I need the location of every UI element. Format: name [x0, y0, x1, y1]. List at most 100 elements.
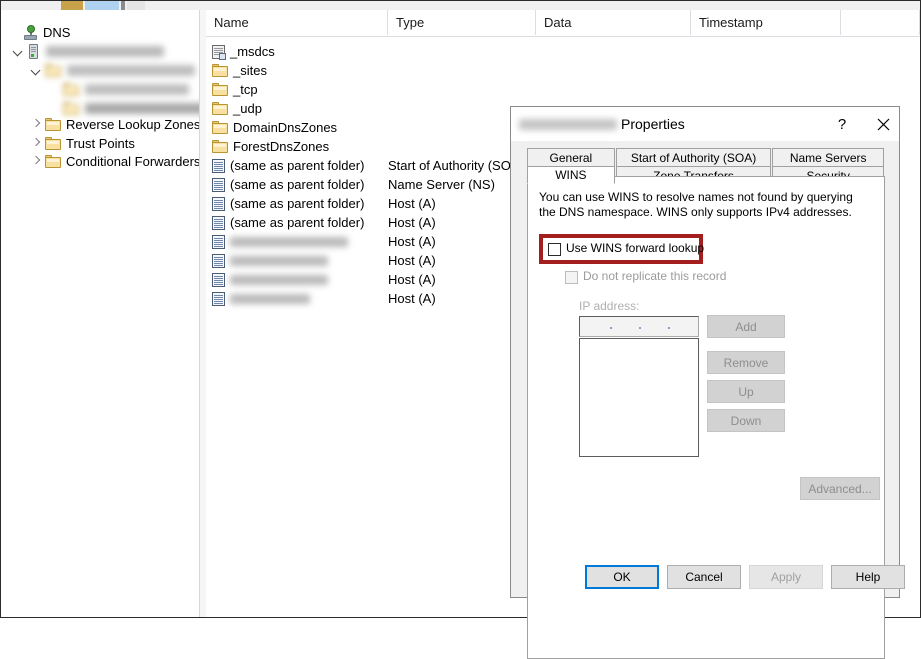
record-type-cell: Name Server (NS)	[388, 177, 495, 192]
folder-icon	[45, 137, 61, 150]
column-header-spacer[interactable]	[841, 10, 920, 35]
record-name-redacted	[230, 237, 348, 247]
tree-item-label-redacted	[85, 103, 199, 114]
use-wins-forward-lookup-label[interactable]: Use WINS forward lookup	[566, 241, 704, 255]
wins-servers-listbox[interactable]	[579, 338, 699, 457]
cancel-button[interactable]: Cancel	[667, 565, 741, 589]
record-name-cell	[212, 254, 328, 268]
toolbar-segment[interactable]	[121, 1, 125, 10]
dns-root-icon	[23, 25, 38, 40]
titlebar-help-button[interactable]: ?	[827, 107, 857, 141]
ip-address-label: IP address:	[579, 299, 639, 313]
folder-icon	[212, 102, 228, 115]
tree-item-reverse-lookup-zones[interactable]: Reverse Lookup Zones	[2, 115, 199, 134]
folder-icon	[212, 121, 228, 134]
dialog-title-text: Properties	[621, 116, 685, 132]
tree-item-label: DNS	[43, 25, 70, 40]
add-ip-button[interactable]: Add	[707, 315, 785, 338]
tree-item-label: Trust Points	[66, 136, 135, 151]
close-icon[interactable]	[867, 107, 899, 141]
delegated-zone-icon	[212, 45, 225, 59]
dialog-tab-strip[interactable]: General Start of Authority (SOA) Name Se…	[527, 148, 885, 176]
chevron-placeholder	[8, 26, 21, 39]
do-not-replicate-label: Do not replicate this record	[583, 269, 726, 283]
toolbar-segment[interactable]	[127, 1, 145, 10]
tab-wins[interactable]: WINS	[527, 166, 615, 184]
chevron-placeholder	[48, 102, 61, 115]
tree-item-redacted-1[interactable]	[2, 42, 164, 61]
record-name-text: ForestDnsZones	[233, 139, 329, 154]
remove-ip-button[interactable]: Remove	[707, 351, 785, 374]
console-tree-pane[interactable]: DNS Reverse Lookup Zones Trust PointsCondi…	[2, 10, 199, 617]
record-name-cell: _tcp	[212, 82, 258, 97]
tree-item-trust-points[interactable]: Trust Points	[2, 134, 135, 153]
wins-description-text: You can use WINS to resolve names not fo…	[539, 190, 869, 220]
toolbar-segment[interactable]	[61, 1, 83, 10]
folder-icon	[45, 155, 61, 168]
record-icon	[212, 159, 225, 173]
record-name-text: (same as parent folder)	[230, 215, 364, 230]
chevron-placeholder	[48, 83, 61, 96]
tree-item-label-redacted	[46, 46, 164, 57]
record-name-cell: (same as parent folder)	[212, 158, 364, 173]
dialog-title-zone-name-redacted	[519, 119, 617, 130]
column-header-data[interactable]: Data	[536, 10, 691, 35]
server-icon	[27, 44, 40, 59]
record-type-cell: Host (A)	[388, 196, 436, 211]
record-name-text: DomainDnsZones	[233, 120, 337, 135]
chevron-down-icon[interactable]	[12, 45, 25, 58]
use-wins-forward-lookup-checkbox[interactable]	[548, 243, 561, 256]
record-name-text: _udp	[233, 101, 262, 116]
record-icon	[212, 216, 225, 230]
record-name-cell: DomainDnsZones	[212, 120, 337, 135]
folder-icon	[63, 83, 79, 96]
record-name-cell	[212, 235, 348, 249]
tree-item-redacted-2[interactable]	[2, 61, 195, 80]
record-icon	[212, 235, 225, 249]
record-name-text: (same as parent folder)	[230, 196, 364, 211]
zone-properties-dialog: Properties ? General Start of Authority …	[510, 106, 900, 598]
table-row[interactable]: _msdcs	[206, 42, 920, 61]
ip-address-input[interactable]	[579, 316, 699, 337]
move-up-button[interactable]: Up	[707, 380, 785, 403]
dialog-title-bar: Properties ?	[511, 107, 899, 141]
record-icon	[212, 197, 225, 211]
record-name-redacted	[230, 294, 310, 304]
tree-item-redacted-3[interactable]	[2, 80, 189, 99]
record-type-cell: Host (A)	[388, 215, 436, 230]
record-name-cell: (same as parent folder)	[212, 196, 364, 211]
tree-item-conditional-forwarders[interactable]: Conditional Forwarders	[2, 152, 199, 171]
folder-icon	[212, 140, 228, 153]
tab-start-of-authority[interactable]: Start of Authority (SOA)	[616, 148, 772, 166]
help-button[interactable]: Help	[831, 565, 905, 589]
mmc-console-window: DNS Reverse Lookup Zones Trust PointsCondi…	[0, 0, 921, 618]
record-type-cell: Host (A)	[388, 272, 436, 287]
record-type-cell: Start of Authority (SOA	[388, 158, 520, 173]
list-column-header-row: NameTypeDataTimestamp	[206, 10, 920, 37]
move-down-button[interactable]: Down	[707, 409, 785, 432]
record-name-redacted	[230, 275, 328, 285]
advanced-button[interactable]: Advanced...	[800, 477, 880, 500]
toolbar-segment[interactable]	[85, 1, 119, 10]
record-type-cell: Host (A)	[388, 234, 436, 249]
tab-name-servers[interactable]: Name Servers	[772, 148, 884, 166]
tree-item-dns[interactable]: DNS	[2, 23, 70, 42]
ok-button[interactable]: OK	[585, 565, 659, 589]
record-name-cell: (same as parent folder)	[212, 215, 364, 230]
apply-button[interactable]: Apply	[749, 565, 823, 589]
column-header-type[interactable]: Type	[388, 10, 536, 35]
chevron-right-icon[interactable]	[30, 118, 43, 131]
record-icon	[212, 254, 225, 268]
chevron-right-icon[interactable]	[30, 155, 43, 168]
table-row[interactable]: _sites	[206, 61, 920, 80]
chevron-down-icon[interactable]	[30, 64, 43, 77]
table-row[interactable]: _tcp	[206, 80, 920, 99]
column-header-name[interactable]: Name	[206, 10, 388, 35]
tab-general[interactable]: General	[527, 148, 615, 166]
folder-icon	[45, 64, 61, 77]
record-name-cell	[212, 292, 310, 306]
column-header-timestamp[interactable]: Timestamp	[691, 10, 841, 35]
record-type-cell: Host (A)	[388, 253, 436, 268]
chevron-right-icon[interactable]	[30, 137, 43, 150]
record-icon	[212, 292, 225, 306]
